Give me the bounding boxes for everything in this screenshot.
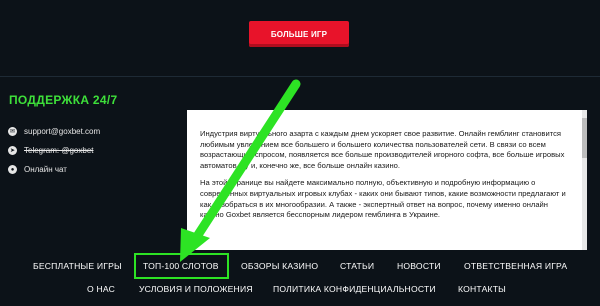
section-divider [0,76,600,77]
contact-list: ✉ support@goxbet.com ➤ Telegram: @goxbet… [8,122,100,179]
article-paragraph-2: На этой странице вы найдете максимально … [200,178,566,220]
article-scrollbar[interactable] [582,110,587,250]
contact-chat[interactable]: ● Онлайн чат [8,160,100,179]
contact-email-label: support@goxbet.com [24,127,101,136]
nav-casino-reviews[interactable]: ОБЗОРЫ КАЗИНО [241,261,318,271]
nav-responsible-gaming[interactable]: ОТВЕТСТВЕННАЯ ИГРА [464,261,567,271]
email-icon: ✉ [8,127,17,136]
contact-email[interactable]: ✉ support@goxbet.com [8,122,100,141]
footer-nav: БЕСПЛАТНЫЕ ИГРЫ ТОП-100 СЛОТОВ ОБЗОРЫ КА… [0,250,600,306]
chat-icon: ● [8,165,17,174]
telegram-icon: ➤ [8,146,17,155]
nav-privacy-policy[interactable]: ПОЛИТИКА КОНФИДЕНЦИАЛЬНОСТИ [273,284,436,294]
article-scroll-thumb[interactable] [582,118,587,158]
contact-chat-label: Онлайн чат [24,165,67,174]
annotation-highlight-box [134,253,229,279]
nav-contacts[interactable]: КОНТАКТЫ [458,284,506,294]
support-title: ПОДДЕРЖКА 24/7 [9,93,118,107]
nav-news[interactable]: НОВОСТИ [397,261,441,271]
article-paragraph-1: Индустрия виртуального азарта с каждым д… [200,129,565,170]
nav-free-games[interactable]: БЕСПЛАТНЫЕ ИГРЫ [33,261,122,271]
article-panel[interactable]: Индустрия виртуального азарта с каждым д… [187,110,587,250]
more-games-button[interactable]: БОЛЬШЕ ИГР [249,21,349,47]
nav-about[interactable]: О НАС [87,284,115,294]
nav-terms[interactable]: УСЛОВИЯ И ПОЛОЖЕНИЯ [139,284,253,294]
contact-telegram[interactable]: ➤ Telegram: @goxbet [8,141,100,160]
contact-telegram-label: Telegram: @goxbet [24,146,94,155]
nav-articles[interactable]: СТАТЬИ [340,261,374,271]
